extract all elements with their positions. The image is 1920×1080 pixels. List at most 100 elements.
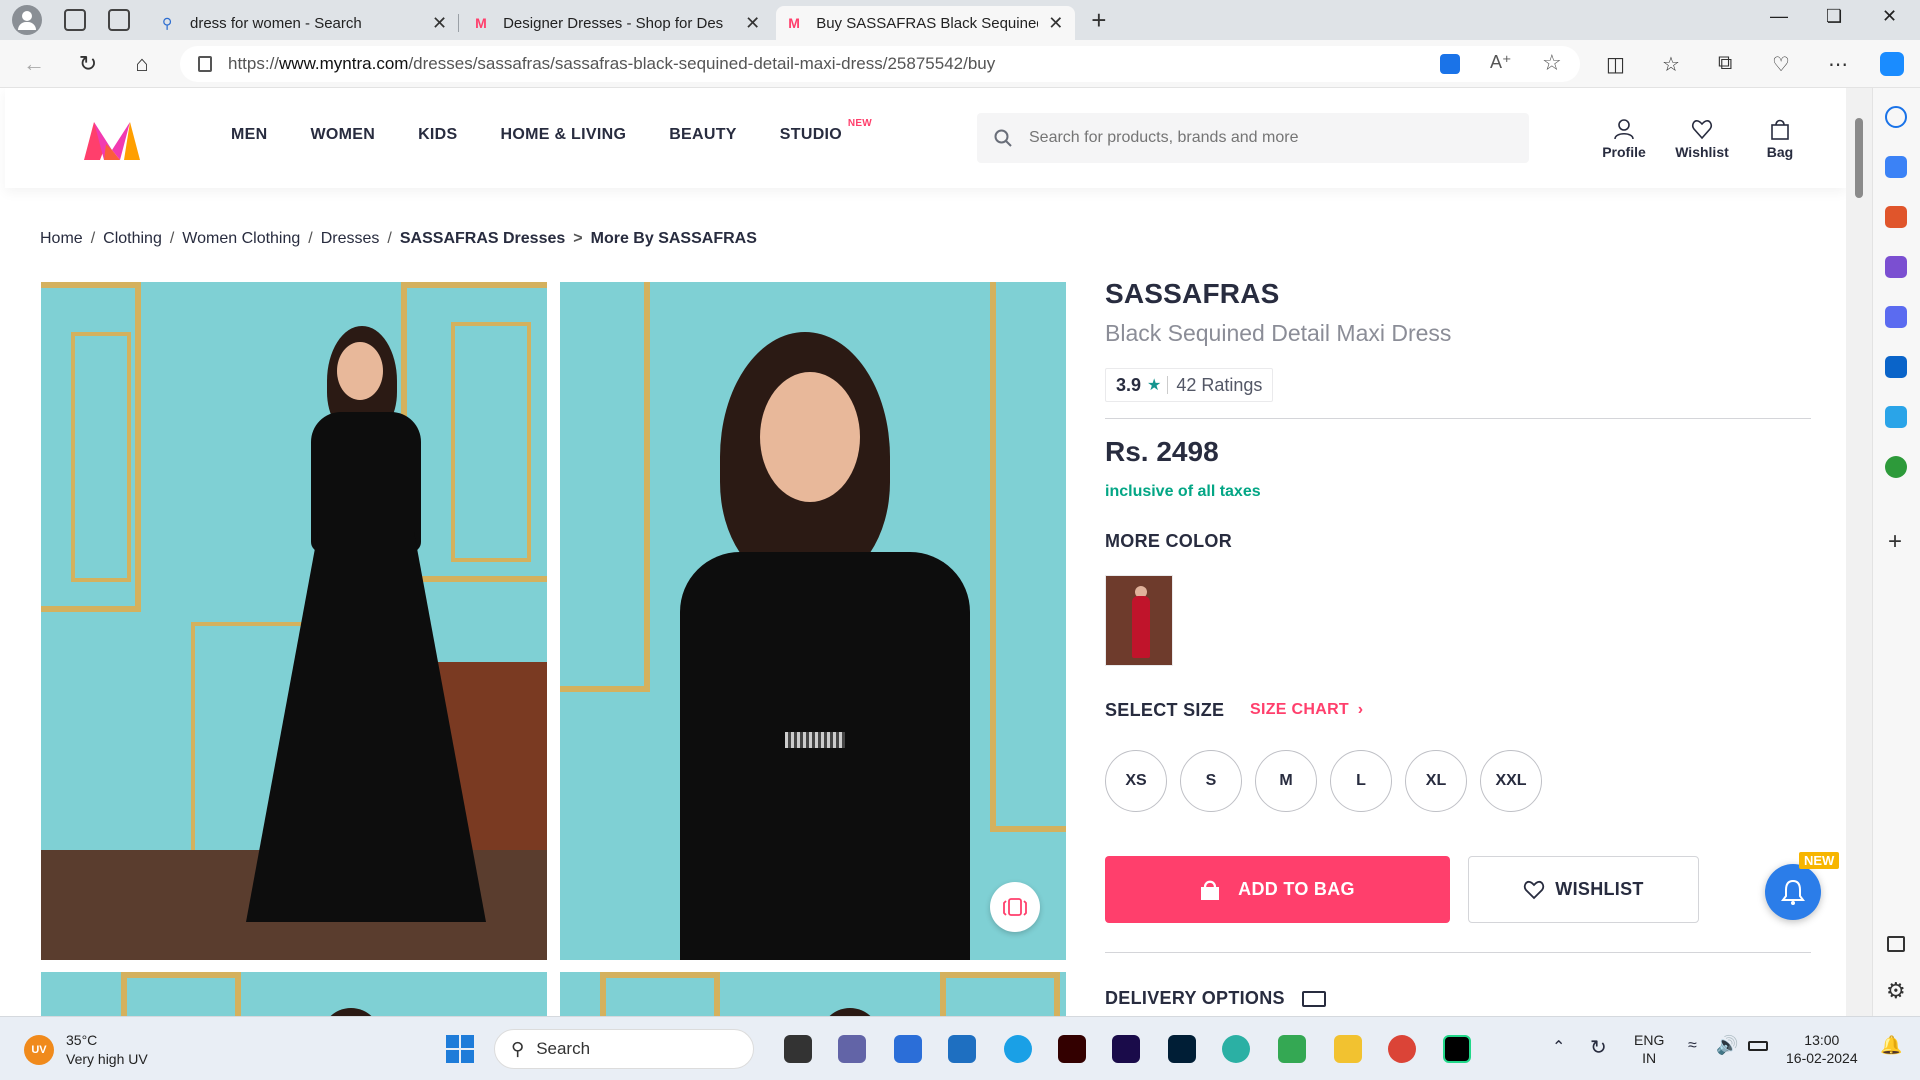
app-blue-icon[interactable] <box>1004 1035 1032 1063</box>
size-xxl[interactable]: XXL <box>1480 750 1542 812</box>
app-mylp-icon[interactable] <box>948 1035 976 1063</box>
notification-icon[interactable]: 🔔 <box>1880 1035 1902 1056</box>
minimize-button[interactable]: — <box>1770 6 1788 27</box>
breadcrumb-brand-dresses[interactable]: SASSAFRAS Dresses <box>400 230 565 248</box>
size-s[interactable]: S <box>1180 750 1242 812</box>
product-image-1[interactable] <box>41 282 547 960</box>
edge-icon[interactable] <box>1222 1035 1250 1063</box>
wishlist-button-pdp[interactable]: WISHLIST <box>1468 856 1699 923</box>
pycharm-icon[interactable] <box>1443 1035 1471 1063</box>
close-icon[interactable]: ✕ <box>745 13 760 34</box>
bag-button[interactable]: Bag <box>1741 118 1819 160</box>
nav-home-living[interactable]: HOME & LIVING <box>501 126 627 144</box>
settings-gear-icon[interactable]: ⚙ <box>1886 978 1906 1004</box>
new-tab-button[interactable]: + <box>1091 5 1106 36</box>
wifi-icon[interactable]: ≈ <box>1688 1037 1697 1055</box>
hide-sidebar-icon[interactable] <box>1887 936 1905 952</box>
nav-men[interactable]: MEN <box>231 126 267 144</box>
copilot-icon[interactable] <box>1880 52 1904 76</box>
color-swatch-red[interactable] <box>1105 575 1173 666</box>
weather-widget[interactable]: UV 35°C Very high UV <box>24 1031 148 1069</box>
restore-button[interactable]: ❏ <box>1826 6 1842 27</box>
language-indicator[interactable]: ENG IN <box>1634 1031 1664 1067</box>
file-explorer-icon[interactable] <box>1334 1035 1362 1063</box>
close-icon[interactable]: ✕ <box>432 13 447 34</box>
profile-button[interactable]: Profile <box>1585 118 1663 160</box>
start-button[interactable] <box>446 1035 474 1063</box>
split-screen-icon[interactable]: ◫ <box>1606 52 1625 77</box>
battery-icon[interactable] <box>1748 1041 1768 1051</box>
breadcrumb-clothing[interactable]: Clothing <box>103 230 162 248</box>
page-scrollbar[interactable] <box>1846 88 1872 1016</box>
breadcrumb-more-by-brand[interactable]: More By SASSAFRAS <box>591 230 757 248</box>
view-similar-button[interactable] <box>990 882 1040 932</box>
nav-kids[interactable]: KIDS <box>418 126 457 144</box>
workspaces-icon[interactable] <box>64 9 86 31</box>
tab-search[interactable]: ⚲ dress for women - Search ✕ <box>150 6 460 40</box>
nav-women[interactable]: WOMEN <box>310 126 375 144</box>
send-icon[interactable] <box>1885 406 1907 428</box>
games-icon[interactable] <box>1885 256 1907 278</box>
search-icon[interactable] <box>1885 106 1907 128</box>
notification-bell-button[interactable] <box>1765 864 1821 920</box>
read-aloud-icon[interactable]: A⁺ <box>1490 52 1512 73</box>
size-chart-link[interactable]: SIZE CHART › <box>1250 701 1363 719</box>
favorites-icon[interactable]: ☆ <box>1662 52 1680 77</box>
tree-icon[interactable] <box>1885 456 1907 478</box>
rating-badge[interactable]: 3.9 ★ 42 Ratings <box>1105 368 1274 402</box>
product-image-2[interactable] <box>560 282 1066 960</box>
google-drive-icon[interactable] <box>1278 1035 1306 1063</box>
outlook-icon[interactable] <box>1885 356 1907 378</box>
scrollbar-thumb[interactable] <box>1855 118 1863 198</box>
chevron-up-icon[interactable]: ⌃ <box>1552 1037 1565 1057</box>
nav-beauty[interactable]: BEAUTY <box>669 126 737 144</box>
search-input[interactable] <box>1029 129 1509 147</box>
product-brand[interactable]: SASSAFRAS <box>1105 278 1280 310</box>
tools-icon[interactable] <box>1885 206 1907 228</box>
volume-icon[interactable]: 🔊 <box>1716 1035 1738 1056</box>
size-xl[interactable]: XL <box>1405 750 1467 812</box>
size-xs[interactable]: XS <box>1105 750 1167 812</box>
tab-product[interactable]: M Buy SASSAFRAS Black Sequined D ✕ <box>776 6 1076 40</box>
sync-icon[interactable]: ↻ <box>1590 1035 1607 1060</box>
chrome-icon[interactable] <box>1388 1035 1416 1063</box>
tab-designer-dresses[interactable]: M Designer Dresses - Shop for Des ✕ <box>463 6 772 40</box>
store-icon[interactable] <box>894 1035 922 1063</box>
nav-studio[interactable]: STUDIO NEW <box>780 118 872 144</box>
more-menu-icon[interactable]: ⋯ <box>1828 52 1848 77</box>
product-image-4[interactable] <box>560 972 1066 1016</box>
premiere-icon[interactable] <box>1112 1035 1140 1063</box>
myntra-logo[interactable] <box>80 118 144 162</box>
size-m[interactable]: M <box>1255 750 1317 812</box>
product-image-3[interactable] <box>41 972 547 1016</box>
breadcrumb-dresses[interactable]: Dresses <box>321 230 380 248</box>
add-to-bag-button[interactable]: ADD TO BAG <box>1105 856 1450 923</box>
browser-profile-icon[interactable] <box>12 5 42 35</box>
search-icon[interactable] <box>977 129 1029 147</box>
taskbar-search[interactable]: ⚲ Search <box>494 1029 754 1069</box>
add-sidebar-app-icon[interactable]: + <box>1888 528 1902 556</box>
favorite-star-icon[interactable]: ☆ <box>1542 50 1562 76</box>
breadcrumb-women-clothing[interactable]: Women Clothing <box>182 230 300 248</box>
photoshop-icon[interactable] <box>1168 1035 1196 1063</box>
collections-icon[interactable]: ⧉ <box>1718 52 1732 75</box>
teams-icon[interactable] <box>838 1035 866 1063</box>
search-icon: ⚲ <box>162 15 173 31</box>
browser-essentials-icon[interactable]: ♡ <box>1772 52 1790 77</box>
clock[interactable]: 13:00 16-02-2024 <box>1786 1031 1858 1067</box>
address-bar[interactable]: https://www.myntra.com/dresses/sassafras… <box>180 46 1580 82</box>
microsoft-365-icon[interactable] <box>1885 306 1907 328</box>
refresh-button[interactable]: ↻ <box>72 48 104 80</box>
back-button[interactable]: ← <box>18 48 50 80</box>
shopping-icon[interactable] <box>1885 156 1907 178</box>
breadcrumb-home[interactable]: Home <box>40 230 83 248</box>
illustrator-icon[interactable] <box>1058 1035 1086 1063</box>
tab-actions-icon[interactable] <box>108 9 130 31</box>
close-icon[interactable]: ✕ <box>1048 13 1063 34</box>
task-view-icon[interactable] <box>784 1035 812 1063</box>
window-close-button[interactable]: ✕ <box>1882 6 1897 27</box>
wishlist-button[interactable]: Wishlist <box>1663 118 1741 160</box>
coupon-icon[interactable] <box>1440 54 1460 74</box>
size-l[interactable]: L <box>1330 750 1392 812</box>
home-button[interactable]: ⌂ <box>126 48 158 80</box>
